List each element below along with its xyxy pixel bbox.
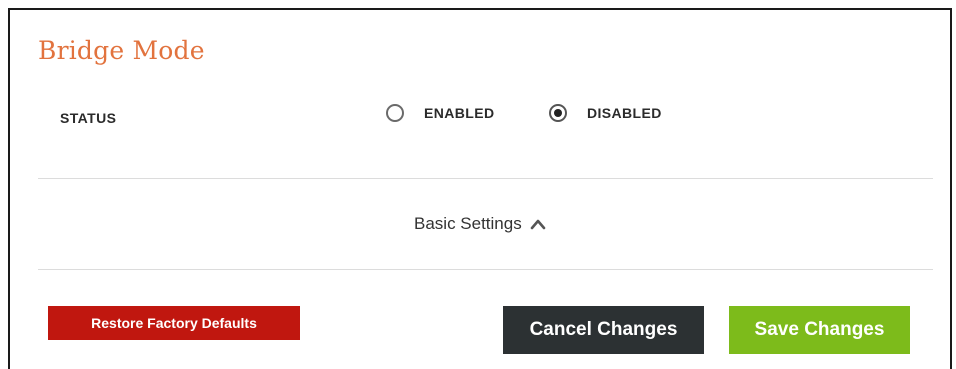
basic-settings-toggle[interactable]: Basic Settings: [414, 214, 546, 234]
save-changes-button[interactable]: Save Changes: [729, 306, 910, 354]
cancel-changes-button[interactable]: Cancel Changes: [503, 306, 704, 354]
divider-top: [38, 178, 933, 179]
status-label: STATUS: [60, 110, 117, 126]
radio-enabled[interactable]: ENABLED: [386, 104, 494, 122]
radio-enabled-circle-icon[interactable]: [386, 104, 404, 122]
basic-settings-label: Basic Settings: [414, 214, 522, 233]
chevron-up-icon[interactable]: [530, 218, 546, 230]
divider-bottom: [38, 269, 933, 270]
page-title: Bridge Mode: [38, 36, 205, 65]
radio-enabled-label: ENABLED: [424, 105, 495, 121]
radio-disabled[interactable]: DISABLED: [549, 104, 662, 122]
radio-disabled-label: DISABLED: [587, 105, 662, 121]
radio-disabled-circle-icon[interactable]: [549, 104, 567, 122]
restore-factory-defaults-button[interactable]: Restore Factory Defaults: [48, 306, 300, 340]
